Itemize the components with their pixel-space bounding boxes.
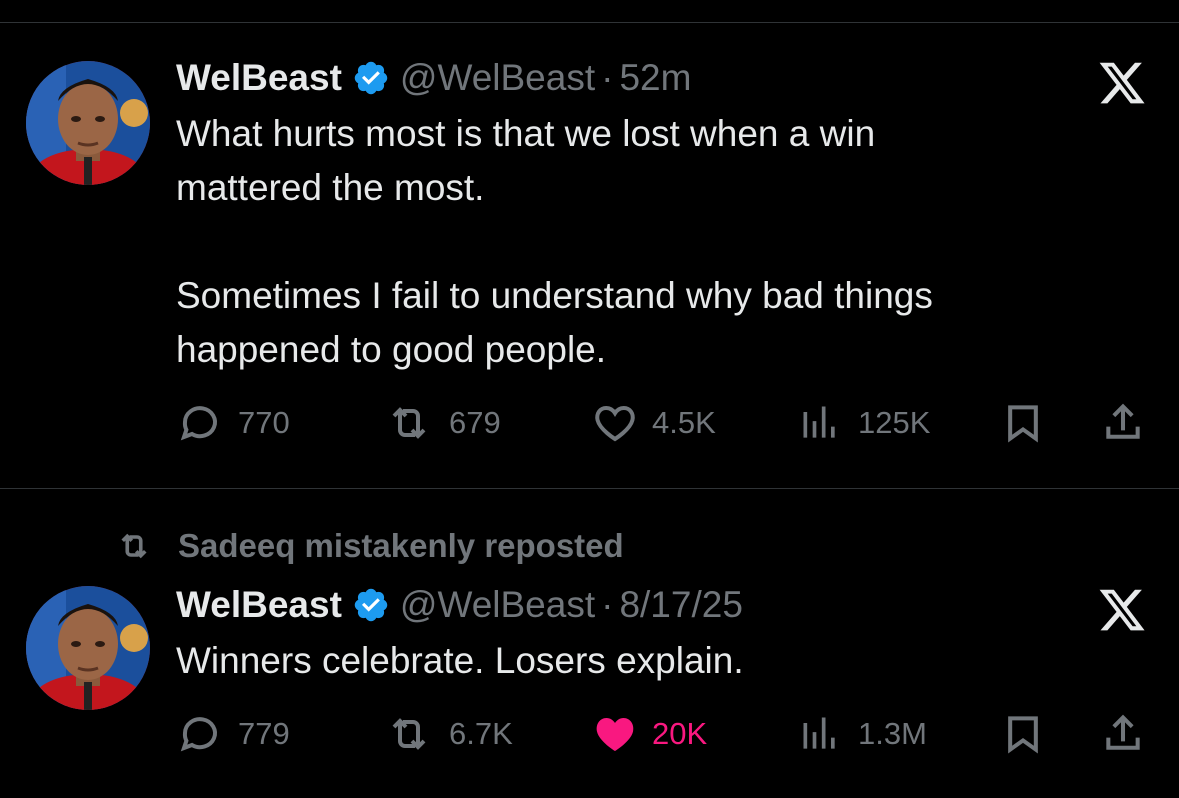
like-button[interactable]: 4.5K — [590, 399, 716, 447]
repost-icon — [392, 718, 426, 750]
x-logo-icon — [1096, 58, 1148, 108]
like-icon — [595, 405, 635, 442]
views-count: 125K — [858, 405, 931, 440]
share-icon — [1106, 714, 1140, 750]
like-count: 4.5K — [652, 405, 716, 440]
share-icon — [1106, 403, 1140, 439]
repost-context[interactable]: Sadeeq mistakenly reposted — [112, 526, 624, 566]
separator-dot: · — [601, 584, 614, 625]
timestamp[interactable]: 8/17/25 — [619, 584, 742, 626]
x-logo-icon — [1096, 585, 1148, 635]
repost-count: 679 — [449, 405, 501, 440]
share-button[interactable] — [1101, 399, 1145, 447]
tweet-header: WelBeast @WelBeast · 52m — [176, 54, 691, 102]
reply-button[interactable]: 770 — [176, 399, 290, 447]
views-count: 1.3M — [858, 716, 927, 751]
views-icon — [803, 406, 835, 438]
avatar[interactable] — [26, 61, 150, 185]
author-name[interactable]: WelBeast — [176, 584, 342, 626]
tweet-text: What hurts most is that we lost when a w… — [176, 113, 933, 370]
repost-count: 6.7K — [449, 716, 513, 751]
views-icon — [803, 717, 835, 749]
like-filled-icon — [596, 718, 634, 751]
separator-dot: · — [601, 57, 614, 98]
author-handle[interactable]: @WelBeast — [400, 584, 595, 626]
avatar[interactable] — [26, 586, 150, 710]
action-bar: 779 6.7K 20K 1.3M — [176, 710, 1156, 758]
bookmark-icon — [1008, 716, 1038, 754]
bookmark-button[interactable] — [1001, 399, 1045, 447]
repost-button[interactable]: 6.7K — [381, 710, 513, 758]
reply-count: 770 — [238, 405, 290, 440]
tweet-header: WelBeast @WelBeast · 8/17/25 — [176, 581, 743, 629]
verified-badge-icon — [352, 586, 390, 624]
author-handle[interactable]: @WelBeast — [400, 57, 595, 99]
timestamp[interactable]: 52m — [619, 57, 691, 99]
views-button[interactable]: 125K — [798, 399, 930, 447]
like-count: 20K — [652, 716, 708, 751]
like-button[interactable]: 20K — [590, 710, 707, 758]
repost-icon — [392, 407, 426, 439]
tweet-1[interactable]: WelBeast @WelBeast · 52m What hurts most… — [0, 0, 1179, 488]
views-button[interactable]: 1.3M — [798, 710, 927, 758]
tweet-text: Winners celebrate. Losers explain. — [176, 640, 744, 681]
repost-context-text: Sadeeq mistakenly reposted — [178, 527, 624, 564]
share-button[interactable] — [1101, 710, 1145, 758]
reply-count: 779 — [238, 716, 290, 751]
reply-button[interactable]: 779 — [176, 710, 290, 758]
tweet-2[interactable]: Sadeeq mistakenly reposted WelBeast @Wel… — [0, 489, 1179, 798]
avatar-image — [26, 61, 150, 185]
reply-icon — [180, 717, 217, 752]
bookmark-button[interactable] — [1001, 710, 1045, 758]
repost-icon — [121, 533, 147, 559]
author-name[interactable]: WelBeast — [176, 57, 342, 99]
bookmark-icon — [1008, 405, 1038, 443]
reply-icon — [180, 406, 217, 441]
avatar-image — [26, 586, 150, 710]
verified-badge-icon — [352, 59, 390, 97]
repost-button[interactable]: 679 — [381, 399, 501, 447]
action-bar: 770 679 4.5K 125K — [176, 399, 1156, 447]
